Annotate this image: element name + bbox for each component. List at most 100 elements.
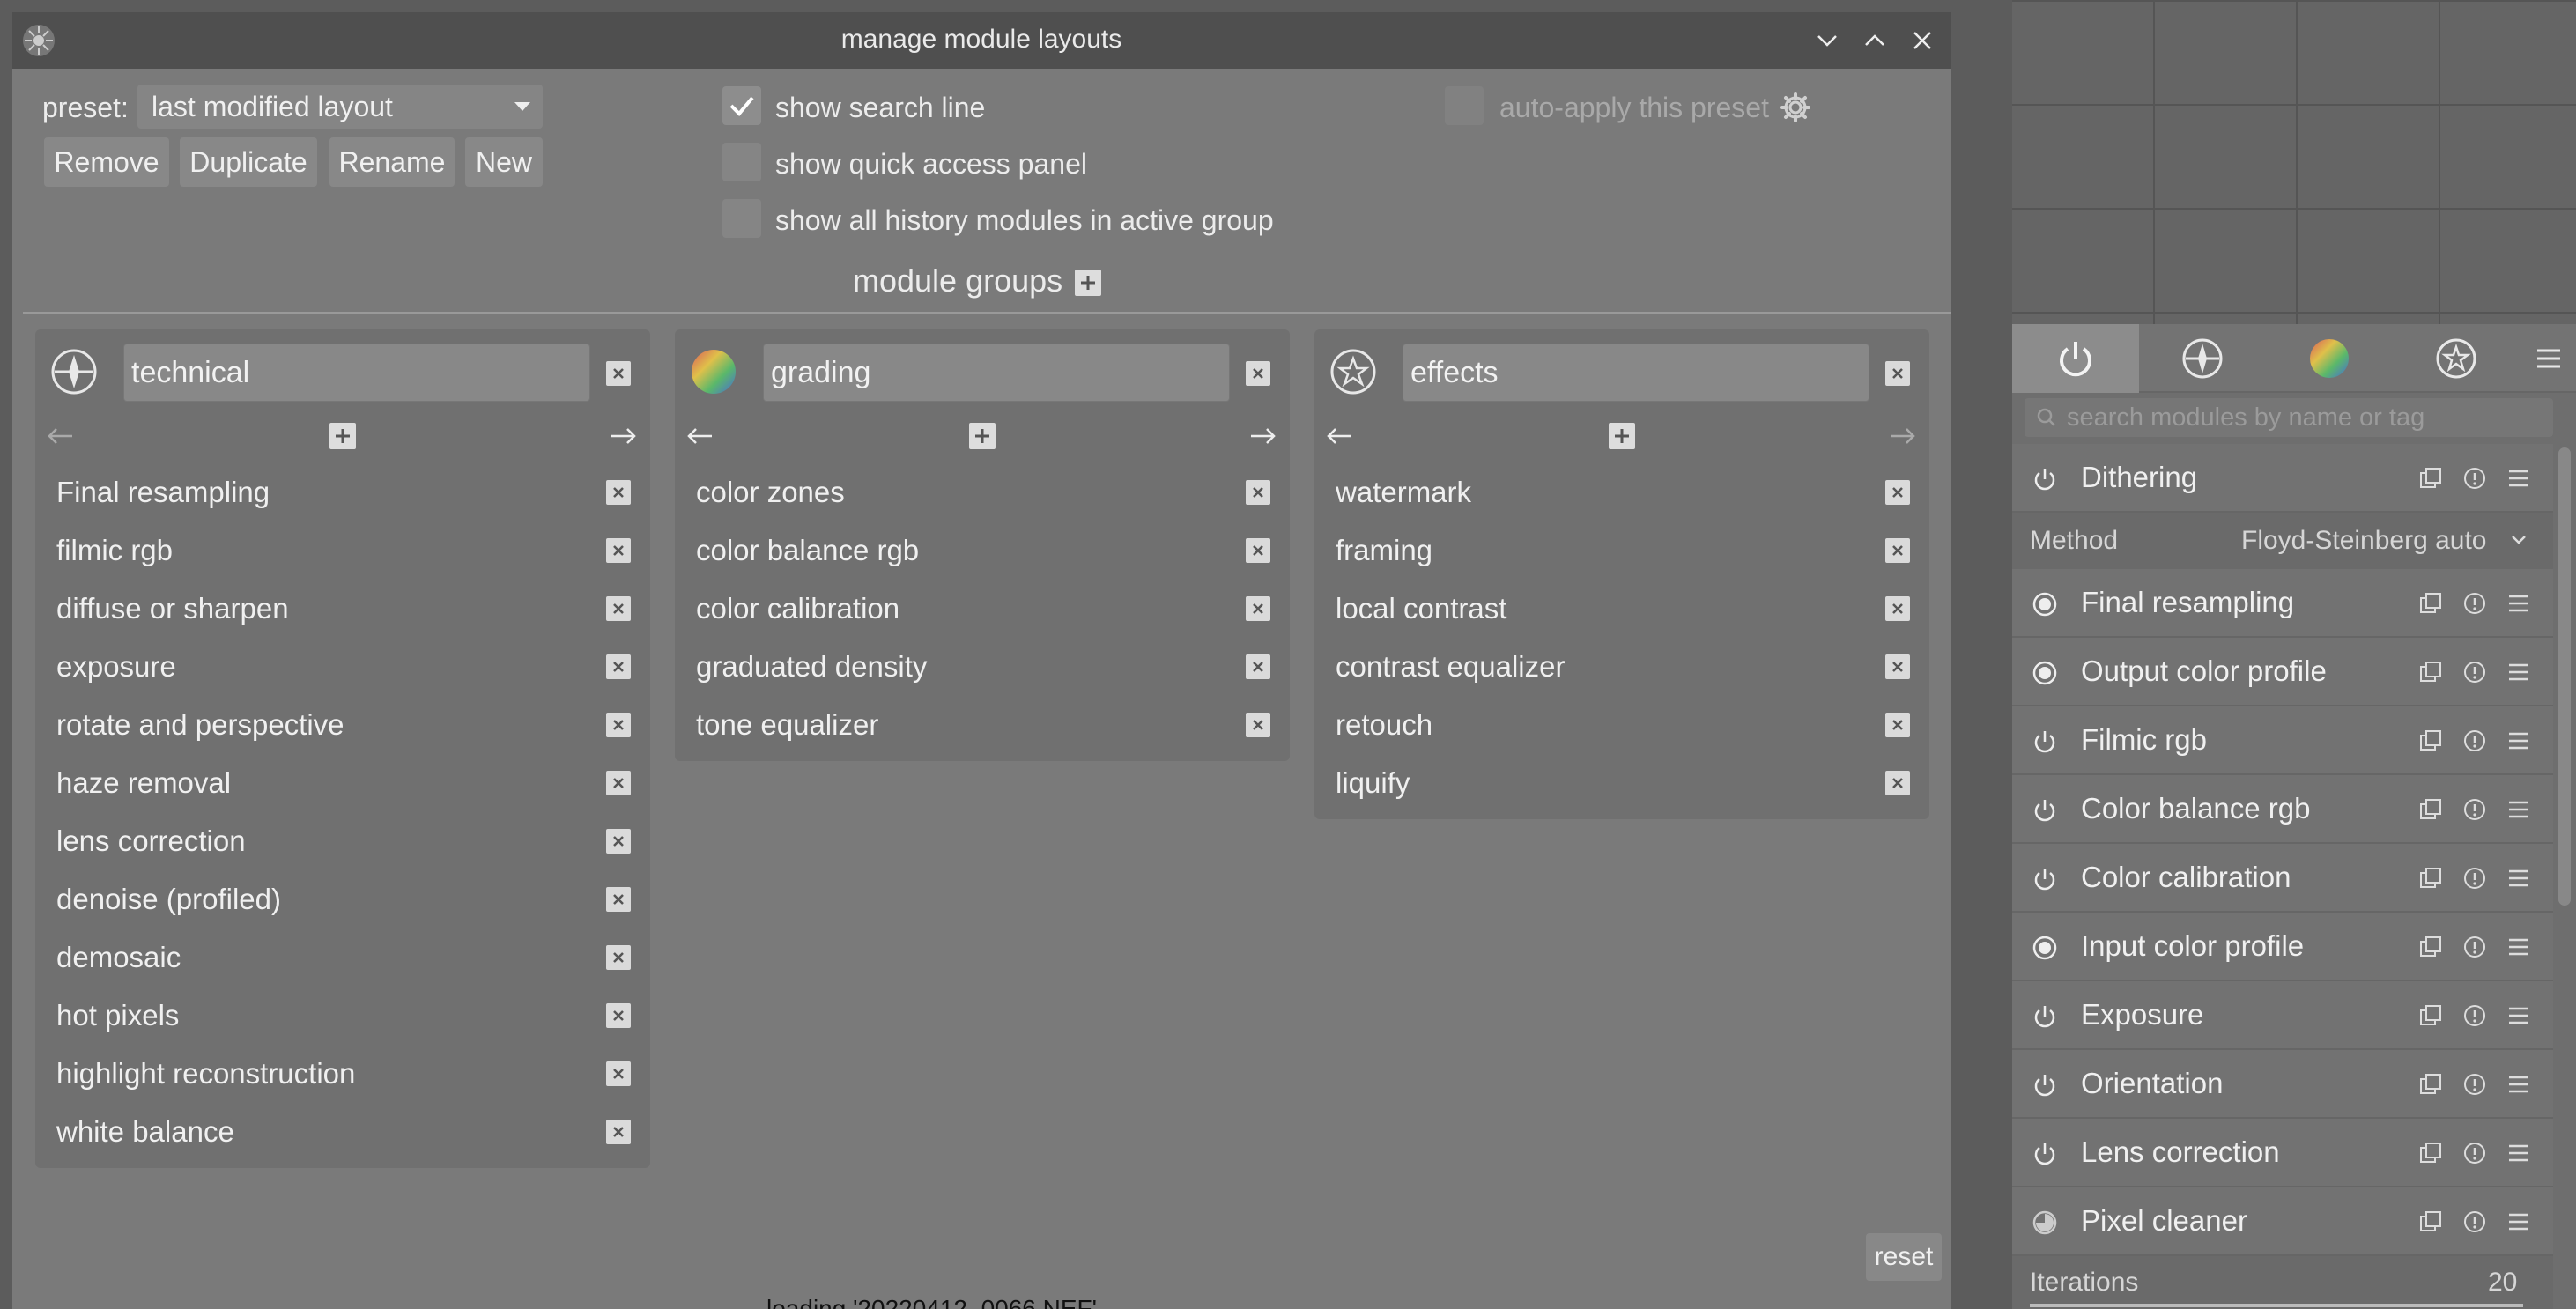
minimize-button[interactable]: [1810, 23, 1845, 58]
multi-instance-icon[interactable]: [2417, 590, 2444, 617]
multi-instance-icon[interactable]: [2417, 865, 2444, 891]
remove-module-button[interactable]: [606, 1061, 631, 1086]
group-module-item[interactable]: Final resampling: [35, 463, 650, 521]
method-value[interactable]: Floyd-Steinberg auto: [2241, 526, 2487, 556]
multi-instance-icon[interactable]: [2417, 728, 2444, 754]
iterations-slider[interactable]: [2030, 1304, 2523, 1307]
remove-module-button[interactable]: [1885, 596, 1910, 621]
group-module-item[interactable]: liquify: [1314, 754, 1929, 812]
remove-module-button[interactable]: [606, 1003, 631, 1028]
remove-module-button[interactable]: [1885, 713, 1910, 737]
multi-instance-icon[interactable]: [2417, 465, 2444, 492]
multi-instance-icon[interactable]: [2417, 796, 2444, 823]
group-module-item[interactable]: diffuse or sharpen: [35, 580, 650, 638]
module-presets-icon[interactable]: [2506, 1209, 2532, 1235]
power-icon[interactable]: [2032, 728, 2058, 755]
remove-group-button[interactable]: [1246, 361, 1270, 386]
technical-group-icon[interactable]: [49, 347, 99, 396]
add-group-button[interactable]: [1075, 270, 1101, 296]
group-name-input[interactable]: technical: [123, 344, 590, 402]
group-module-item[interactable]: local contrast: [1314, 580, 1929, 638]
technical-tab-icon[interactable]: [2139, 324, 2266, 393]
power-icon[interactable]: [2032, 797, 2058, 824]
group-module-item[interactable]: haze removal: [35, 754, 650, 812]
dialog-titlebar[interactable]: manage module layouts: [12, 12, 1951, 69]
grading-group-icon[interactable]: [689, 347, 738, 396]
module-row[interactable]: Pixel cleaner: [2012, 1187, 2553, 1256]
group-module-item[interactable]: graduated density: [675, 638, 1290, 696]
group-module-item[interactable]: exposure: [35, 638, 650, 696]
remove-module-button[interactable]: [1246, 538, 1270, 563]
remove-button[interactable]: Remove: [44, 137, 169, 187]
remove-group-button[interactable]: [1885, 361, 1910, 386]
module-row[interactable]: Color calibration: [2012, 844, 2553, 913]
add-module-button[interactable]: [1609, 423, 1635, 449]
module-presets-icon[interactable]: [2506, 796, 2532, 823]
module-presets-icon[interactable]: [2506, 1140, 2532, 1166]
module-row[interactable]: Lens correction: [2012, 1119, 2553, 1187]
group-module-item[interactable]: watermark: [1314, 463, 1929, 521]
group-module-item[interactable]: color zones: [675, 463, 1290, 521]
group-module-item[interactable]: lens correction: [35, 812, 650, 870]
arrow-right-icon[interactable]: [610, 426, 638, 446]
module-row[interactable]: Output color profile: [2012, 638, 2553, 706]
new-button[interactable]: New: [465, 137, 543, 187]
remove-module-button[interactable]: [1246, 713, 1270, 737]
remove-module-button[interactable]: [606, 654, 631, 679]
power-icon[interactable]: [2032, 1141, 2058, 1167]
group-module-item[interactable]: highlight reconstruction: [35, 1045, 650, 1103]
always-on-icon[interactable]: [2032, 660, 2058, 686]
reset-module-icon[interactable]: [2461, 1002, 2488, 1029]
module-presets-icon[interactable]: [2506, 728, 2532, 754]
reset-module-icon[interactable]: [2461, 934, 2488, 960]
reset-module-icon[interactable]: [2461, 659, 2488, 685]
group-name-input[interactable]: effects: [1403, 344, 1869, 402]
remove-module-button[interactable]: [1885, 654, 1910, 679]
add-module-button[interactable]: [969, 423, 996, 449]
module-presets-icon[interactable]: [2506, 590, 2532, 617]
module-presets-icon[interactable]: [2506, 659, 2532, 685]
remove-module-button[interactable]: [1885, 538, 1910, 563]
reset-module-icon[interactable]: [2461, 465, 2488, 492]
effects-tab-icon[interactable]: [2393, 324, 2520, 393]
group-module-item[interactable]: color calibration: [675, 580, 1290, 638]
group-module-item[interactable]: filmic rgb: [35, 521, 650, 580]
power-icon[interactable]: [2032, 1003, 2058, 1030]
reset-module-icon[interactable]: [2461, 865, 2488, 891]
reset-module-icon[interactable]: [2461, 590, 2488, 617]
remove-module-button[interactable]: [606, 538, 631, 563]
remove-module-button[interactable]: [1885, 480, 1910, 505]
close-button[interactable]: [1905, 23, 1940, 58]
remove-module-button[interactable]: [1246, 596, 1270, 621]
module-search-input[interactable]: search modules by name or tag: [2025, 398, 2553, 437]
group-name-input[interactable]: grading: [763, 344, 1230, 402]
group-module-item[interactable]: retouch: [1314, 696, 1929, 754]
always-on-icon[interactable]: [2032, 935, 2058, 961]
remove-module-button[interactable]: [606, 596, 631, 621]
dithering-method-row[interactable]: Method Floyd-Steinberg auto: [2012, 513, 2553, 569]
arrow-left-icon[interactable]: [46, 426, 74, 446]
module-presets-icon[interactable]: [2506, 1071, 2532, 1098]
group-module-item[interactable]: white balance: [35, 1103, 650, 1161]
reset-module-icon[interactable]: [2461, 796, 2488, 823]
show-quick-access-checkbox[interactable]: [722, 143, 761, 181]
module-row[interactable]: Orientation: [2012, 1050, 2553, 1119]
reset-module-icon[interactable]: [2461, 1140, 2488, 1166]
multi-instance-icon[interactable]: [2417, 659, 2444, 685]
duplicate-button[interactable]: Duplicate: [180, 137, 317, 187]
group-module-item[interactable]: hot pixels: [35, 987, 650, 1045]
remove-module-button[interactable]: [606, 945, 631, 970]
group-module-item[interactable]: denoise (profiled): [35, 870, 650, 928]
multi-instance-icon[interactable]: [2417, 1209, 2444, 1235]
multi-instance-icon[interactable]: [2417, 1071, 2444, 1098]
remove-module-button[interactable]: [606, 771, 631, 795]
maximize-button[interactable]: [1857, 23, 1892, 58]
rename-button[interactable]: Rename: [329, 137, 455, 187]
effects-group-icon[interactable]: [1329, 347, 1378, 396]
show-history-modules-checkbox[interactable]: [722, 199, 761, 238]
remove-module-button[interactable]: [606, 713, 631, 737]
multi-instance-icon[interactable]: [2417, 934, 2444, 960]
reset-module-icon[interactable]: [2461, 1209, 2488, 1235]
group-module-item[interactable]: demosaic: [35, 928, 650, 987]
module-presets-icon[interactable]: [2506, 1002, 2532, 1029]
